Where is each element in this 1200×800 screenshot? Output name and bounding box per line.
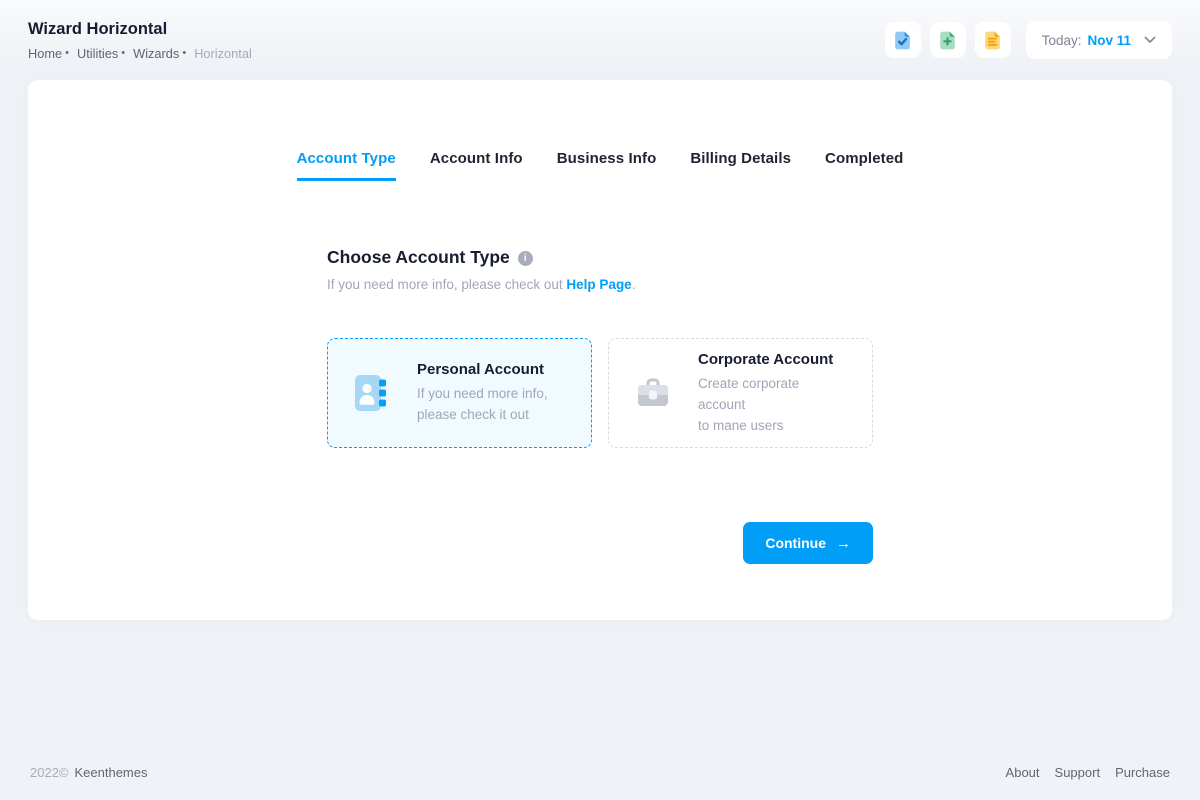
breadcrumb-item-horizontal: Horizontal (194, 46, 252, 61)
toolbar-actions: Today: Nov 11 (885, 21, 1172, 59)
doc-check-icon (892, 30, 913, 51)
footer-link-purchase[interactable]: Purchase (1115, 765, 1170, 780)
company-link[interactable]: Keenthemes (75, 765, 148, 780)
wizard-stepper: Account Type Account Info Business Info … (28, 80, 1172, 181)
step-account-type[interactable]: Account Type (297, 150, 396, 181)
date-selector[interactable]: Today: Nov 11 (1026, 21, 1172, 59)
option-title: Personal Account (417, 361, 548, 378)
date-prefix-label: Today: (1042, 33, 1082, 48)
subtext-text: If you need more info, please check out (327, 277, 563, 292)
account-type-options: Personal Account If you need more info, … (327, 338, 873, 448)
step-heading: Choose Account Type (327, 247, 510, 268)
option-personal-account[interactable]: Personal Account If you need more info, … (327, 338, 592, 448)
footer-copyright-block: 2022© Keenthemes (30, 765, 148, 780)
copyright-year: 2022© (30, 765, 69, 780)
page-title: Wizard Horizontal (28, 20, 252, 39)
option-corporate-account[interactable]: Corporate Account Create corporate accou… (608, 338, 873, 448)
doc-add-button[interactable] (930, 22, 966, 58)
breadcrumb-item-home[interactable]: Home (28, 46, 62, 61)
wizard-card: Account Type Account Info Business Info … (28, 80, 1172, 620)
continue-label: Continue (765, 535, 826, 551)
doc-lines-icon (982, 30, 1003, 51)
option-description: Create corporate account to mane users (698, 373, 848, 436)
address-book-icon (352, 373, 392, 413)
breadcrumb-item-utilities[interactable]: Utilities (77, 46, 118, 61)
breadcrumb-separator: • (121, 47, 125, 59)
arrow-right-icon: → (836, 536, 851, 551)
step-billing-details[interactable]: Billing Details (690, 150, 791, 181)
option-title: Corporate Account (698, 351, 848, 368)
briefcase-icon (633, 373, 673, 413)
chevron-down-icon (1137, 36, 1156, 44)
option-text: Corporate Account Create corporate accou… (698, 351, 848, 436)
subtext-period: . (632, 277, 636, 292)
footer-link-support[interactable]: Support (1055, 765, 1101, 780)
doc-check-button[interactable] (885, 22, 921, 58)
footer: 2022© Keenthemes About Support Purchase (0, 765, 1200, 800)
option-description: If you need more info, please check it o… (417, 383, 548, 425)
step-completed[interactable]: Completed (825, 150, 903, 181)
page: Wizard Horizontal Home • Utilities • Wiz… (0, 0, 1200, 800)
doc-lines-button[interactable] (975, 22, 1011, 58)
footer-links: About Support Purchase (1006, 765, 1170, 780)
step-account-info[interactable]: Account Info (430, 150, 523, 181)
help-page-link[interactable]: Help Page (566, 277, 631, 292)
info-circle-icon[interactable] (518, 251, 533, 266)
continue-button[interactable]: Continue → (743, 522, 873, 564)
step-subtext: If you need more info, please check out … (327, 277, 873, 292)
toolbar: Wizard Horizontal Home • Utilities • Wiz… (0, 0, 1200, 80)
step-business-info[interactable]: Business Info (557, 150, 657, 181)
option-text: Personal Account If you need more info, … (417, 361, 548, 425)
breadcrumb-separator: • (182, 47, 186, 59)
wizard-actions: Continue → (327, 522, 873, 564)
page-heading-block: Wizard Horizontal Home • Utilities • Wiz… (28, 20, 252, 61)
step-content: Choose Account Type If you need more inf… (327, 247, 873, 564)
date-value-label: Nov 11 (1087, 33, 1131, 48)
doc-add-icon (937, 30, 958, 51)
breadcrumb-item-wizards[interactable]: Wizards (133, 46, 179, 61)
breadcrumb-separator: • (65, 47, 69, 59)
breadcrumb: Home • Utilities • Wizards • Horizontal (28, 46, 252, 61)
footer-link-about[interactable]: About (1006, 765, 1040, 780)
